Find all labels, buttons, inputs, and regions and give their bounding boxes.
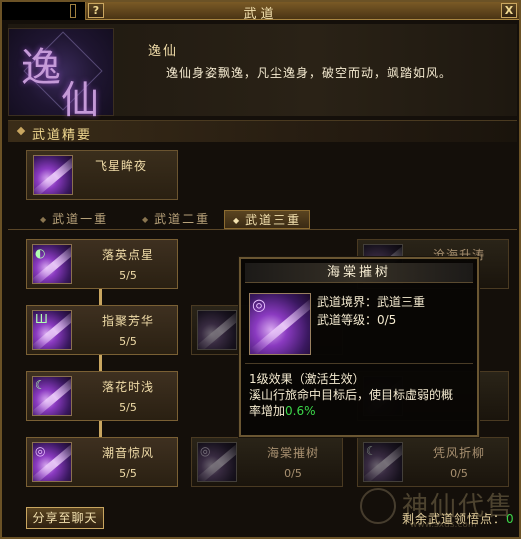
green-swirl-icon: ◐ bbox=[32, 244, 72, 284]
emblem-char-1: 逸 bbox=[21, 45, 61, 91]
skill-node-chaoyin[interactable]: ◎ 潮音惊风 5/5 bbox=[26, 437, 178, 487]
tooltip-divider bbox=[245, 363, 473, 364]
diamond-icon bbox=[16, 126, 26, 136]
purple-swirl-icon: ◎ bbox=[197, 442, 237, 482]
martial-dao-window: ? 武道 X 逸 仙 逸仙 逸仙身姿飘逸，凡尘逸身，破空而动，飒踏如风。 武道精… bbox=[0, 0, 521, 539]
emblem-char-2: 仙 bbox=[61, 78, 100, 122]
skill-name: 逸仙 bbox=[148, 44, 179, 59]
purple-streak-icon bbox=[197, 310, 237, 350]
skill-node-pingfeng[interactable]: ☾ 凭风折柳 0/5 bbox=[357, 437, 509, 487]
tooltip-title: 海棠摧树 bbox=[245, 263, 473, 283]
skill-node-progress: 5/5 bbox=[119, 401, 137, 414]
green-moon-icon: ☾ bbox=[363, 442, 403, 482]
skill-node-progress: 5/5 bbox=[119, 467, 137, 480]
tooltip-effect-header: 1级效果（激活生效） bbox=[249, 372, 365, 386]
tree-connector bbox=[99, 355, 102, 371]
window-title: 武道 bbox=[243, 7, 278, 22]
skill-node-zhiju[interactable]: Ш 指聚芳华 5/5 bbox=[26, 305, 178, 355]
skill-emblem: 逸 仙 bbox=[8, 28, 114, 122]
tier-tabs: 武道一重 武道二重 武道三重 bbox=[8, 208, 517, 230]
essence-skill-label: 飞星眸夜 bbox=[95, 159, 148, 173]
essence-skill-card[interactable]: 飞星眸夜 bbox=[26, 150, 178, 200]
skill-node-progress: 0/5 bbox=[450, 467, 468, 480]
tooltip-realm: 武道境界：武道三重 bbox=[317, 295, 426, 309]
tab-tier-2[interactable]: 武道二重 bbox=[134, 210, 218, 229]
skill-node-label: 落花时浅 bbox=[101, 380, 154, 394]
skill-node-luoying[interactable]: ◐ 落英点星 5/5 bbox=[26, 239, 178, 289]
tooltip-effect-value: 0.6% bbox=[285, 404, 316, 418]
green-glyph-icon: Ш bbox=[32, 310, 72, 350]
remaining-points: 剩余武道领悟点：0 bbox=[402, 510, 515, 527]
green-moon-icon: ☾ bbox=[32, 376, 72, 416]
skill-node-luohua[interactable]: ☾ 落花时浅 5/5 bbox=[26, 371, 178, 421]
skill-node-label: 落英点星 bbox=[101, 248, 154, 262]
remaining-points-label: 剩余武道领悟点： bbox=[402, 512, 507, 526]
skill-description: 逸仙身姿飘逸，凡尘逸身，破空而动，飒踏如风。 bbox=[166, 66, 453, 80]
skill-node-label: 指聚芳华 bbox=[101, 314, 154, 328]
tooltip-effect-prefix: 率增加 bbox=[249, 404, 286, 418]
skill-node-progress: 0/5 bbox=[284, 467, 302, 480]
tooltip-effect-line: 溪山行旅命中目标后，使目标虚弱的概 bbox=[249, 388, 454, 402]
close-button[interactable]: X bbox=[501, 3, 517, 18]
skill-node-label: 海棠摧树 bbox=[266, 446, 319, 460]
tooltip-effect-line: 率增加0.6% bbox=[249, 403, 471, 419]
tooltip-level: 武道等级：0/5 bbox=[317, 313, 397, 327]
essence-section-title: 武道精要 bbox=[32, 128, 93, 143]
skill-node-progress: 5/5 bbox=[119, 335, 137, 348]
skill-node-label: 凭风折柳 bbox=[432, 446, 485, 460]
skill-node-progress: 5/5 bbox=[119, 269, 137, 282]
purple-streak-icon[interactable] bbox=[33, 155, 73, 195]
skill-node-haitang[interactable]: ◎ 海棠摧树 0/5 bbox=[191, 437, 343, 487]
tree-connector bbox=[99, 421, 102, 437]
title-bar[interactable]: ? 武道 X bbox=[2, 2, 519, 22]
tooltip-effect: 1级效果（激活生效） 溪山行旅命中目标后，使目标虚弱的概 率增加0.6% bbox=[249, 371, 471, 419]
watermark-logo-icon bbox=[360, 488, 396, 524]
purple-swirl-icon: ◎ bbox=[249, 293, 311, 355]
tab-tier-3[interactable]: 武道三重 bbox=[224, 210, 311, 229]
share-to-chat-button[interactable]: 分享至聊天 bbox=[26, 507, 104, 529]
remaining-points-value: 0 bbox=[506, 512, 515, 526]
tab-tier-1[interactable]: 武道一重 bbox=[32, 210, 116, 229]
skill-node-label: 潮音惊风 bbox=[101, 446, 154, 460]
purple-swirl-icon: ◎ bbox=[32, 442, 72, 482]
skill-tooltip: 海棠摧树 ◎ 武道境界：武道三重 武道等级：0/5 1级效果（激活生效） 溪山行… bbox=[239, 257, 479, 437]
essence-section-header: 武道精要 bbox=[8, 120, 517, 143]
